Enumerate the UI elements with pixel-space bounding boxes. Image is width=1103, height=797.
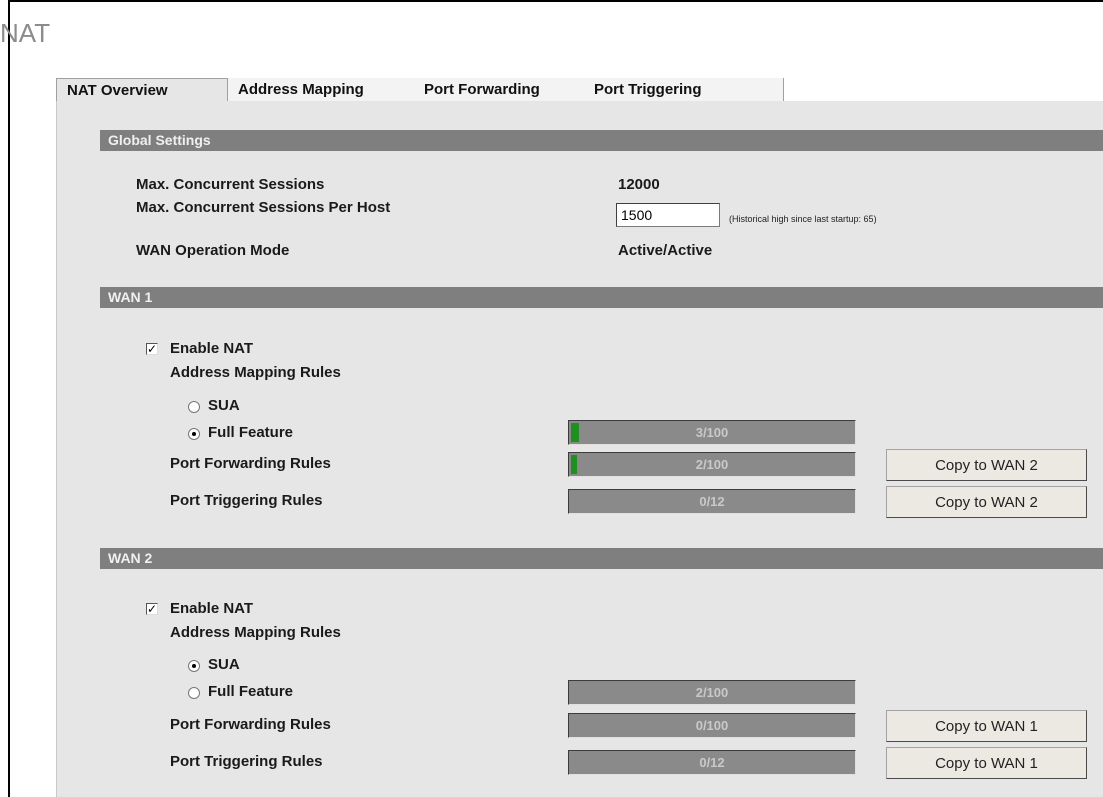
per-host-note: (Historical high since last startup: 65): [729, 214, 877, 224]
wan1-full-feature-radio[interactable]: [188, 428, 200, 440]
wan1-enable-nat-label: Enable NAT: [170, 340, 254, 357]
wan1-mapping-usage-bar: 3/100: [568, 420, 856, 445]
per-host-input[interactable]: [616, 203, 720, 227]
wan1-full-feature-label: Full Feature: [208, 424, 294, 441]
wan1-sua-label: SUA: [208, 397, 240, 414]
wan2-mapping-usage-bar: 2/100: [568, 680, 856, 705]
tab-address-mapping[interactable]: Address Mapping: [228, 78, 414, 101]
wan1-port-forwarding-usage-bar: 2/100: [568, 452, 856, 477]
wan2-full-feature-label: Full Feature: [208, 683, 294, 700]
wan1-sua-radio[interactable]: [188, 401, 200, 413]
wan2-port-forwarding-usage-text: 0/100: [695, 718, 729, 733]
wan2-port-forwarding-label: Port Forwarding Rules: [170, 716, 331, 733]
wan2-sua-radio[interactable]: [188, 660, 200, 672]
wan2-mapping-label: Address Mapping Rules: [170, 624, 341, 641]
wan2-copy-port-triggering-button[interactable]: Copy to WAN 1: [886, 747, 1087, 779]
frame-border-top: [8, 0, 1103, 2]
tab-port-triggering[interactable]: Port Triggering: [584, 78, 784, 101]
wan1-port-triggering-label: Port Triggering Rules: [170, 492, 323, 509]
wan1-copy-port-forwarding-button[interactable]: Copy to WAN 2: [886, 449, 1087, 481]
wan1-mapping-usage-text: 3/100: [695, 425, 729, 440]
wan2-header: WAN 2: [100, 548, 1103, 569]
wan2-full-feature-radio[interactable]: [188, 687, 200, 699]
max-sessions-value: 12000: [618, 176, 660, 193]
wan1-enable-nat-checkbox[interactable]: ✓: [146, 343, 158, 355]
global-settings-header: Global Settings: [100, 130, 1103, 151]
tab-bar: NAT Overview Address Mapping Port Forwar…: [56, 78, 1103, 103]
wan1-port-forwarding-label: Port Forwarding Rules: [170, 455, 331, 472]
wan2-port-triggering-usage-text: 0/12: [699, 755, 725, 770]
wan1-mapping-label: Address Mapping Rules: [170, 364, 341, 381]
wan-mode-label: WAN Operation Mode: [136, 242, 290, 259]
wan1-header: WAN 1: [100, 287, 1103, 308]
tab-nat-overview[interactable]: NAT Overview: [56, 78, 228, 103]
wan1-copy-port-triggering-button[interactable]: Copy to WAN 2: [886, 486, 1087, 518]
wan2-enable-nat-label: Enable NAT: [170, 600, 254, 617]
wan1-port-forwarding-usage-text: 2/100: [695, 457, 729, 472]
wan2-mapping-usage-text: 2/100: [695, 685, 729, 700]
wan-mode-value: Active/Active: [618, 242, 713, 259]
per-host-label: Max. Concurrent Sessions Per Host: [136, 199, 391, 216]
wan2-port-forwarding-usage-bar: 0/100: [568, 713, 856, 738]
page-title: NAT: [0, 18, 51, 48]
wan2-port-triggering-label: Port Triggering Rules: [170, 753, 323, 770]
wan2-port-triggering-usage-bar: 0/12: [568, 750, 856, 775]
wan2-sua-label: SUA: [208, 656, 240, 673]
wan2-enable-nat-checkbox[interactable]: ✓: [146, 603, 158, 615]
wan1-port-triggering-usage-text: 0/12: [699, 494, 725, 509]
wan2-copy-port-forwarding-button[interactable]: Copy to WAN 1: [886, 710, 1087, 742]
wan1-port-triggering-usage-bar: 0/12: [568, 489, 856, 514]
frame-border-left: [8, 0, 10, 797]
max-sessions-label: Max. Concurrent Sessions: [136, 176, 325, 193]
tab-port-forwarding[interactable]: Port Forwarding: [414, 78, 584, 101]
